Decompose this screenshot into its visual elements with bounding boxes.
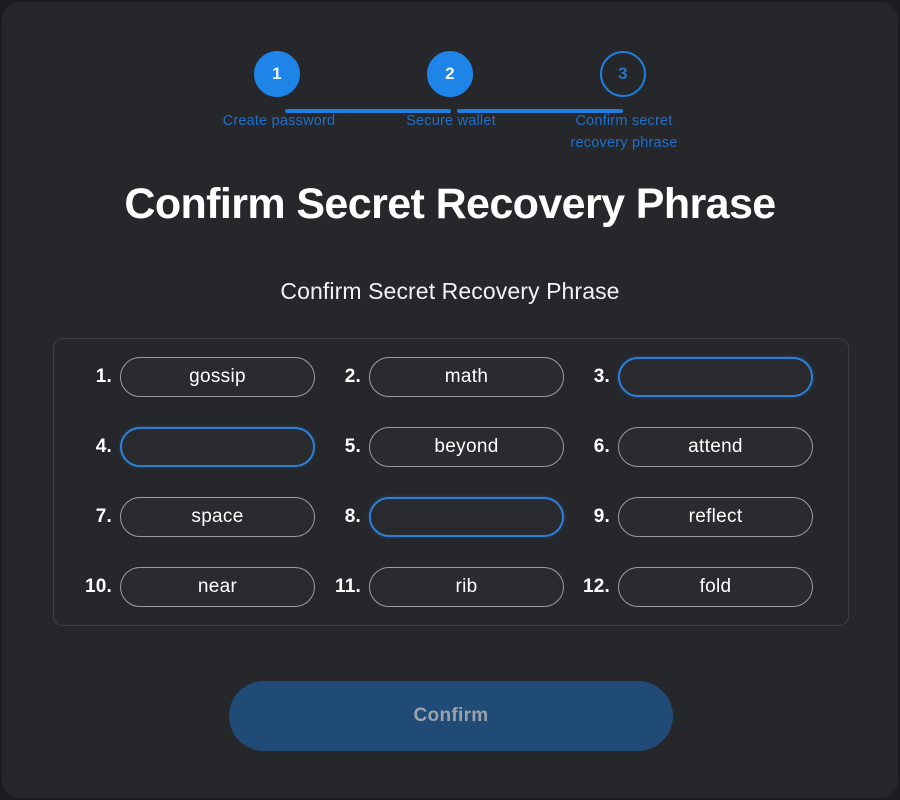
word-cell: 4. — [66, 427, 315, 467]
word-index-label: 8. — [344, 506, 361, 527]
word-input-filled[interactable]: math — [369, 357, 564, 397]
word-grid-row: 1. gossip 2. math 3. — [66, 357, 836, 397]
stepper-number-1: 1 — [272, 64, 282, 83]
stepper-circle-2[interactable]: 2 — [427, 51, 473, 97]
page-subtitle: Confirm Secret Recovery Phrase — [280, 278, 620, 304]
word-index-label: 12. — [582, 576, 610, 597]
recovery-phrase-grid: 1. gossip 2. math 3. 4. 5. beyond 6. attend 7. spac… — [53, 338, 849, 626]
word-input-filled[interactable]: near — [120, 567, 315, 607]
word-cell: 1. gossip — [66, 357, 315, 397]
stepper-label-line-1: Confirm secret — [575, 113, 673, 129]
word-cell: 2. math — [315, 357, 564, 397]
word-cell: 7. space — [66, 497, 315, 537]
word-cell: 11. rib — [315, 567, 564, 607]
word-grid-row: 10. near 11. rib 12. fold — [66, 567, 836, 607]
word-cell: 10. near — [66, 567, 315, 607]
word-cell: 6. attend — [564, 427, 813, 467]
confirm-button[interactable]: Confirm — [229, 681, 673, 751]
word-input-filled[interactable]: rib — [369, 567, 564, 607]
word-cell: 8. — [315, 497, 564, 537]
word-index-label: 3. — [593, 366, 610, 387]
stepper-circle-1[interactable]: 1 — [254, 51, 300, 97]
word-cell: 12. fold — [564, 567, 813, 607]
word-cell: 5. beyond — [315, 427, 564, 467]
stepper-label-create-password: Create password — [222, 113, 336, 129]
word-input-filled[interactable]: reflect — [618, 497, 813, 537]
word-input-filled[interactable]: beyond — [369, 427, 564, 467]
page-title: Confirm Secret Recovery Phrase — [124, 180, 776, 228]
word-index-label: 7. — [95, 506, 112, 527]
word-index-label: 11. — [335, 576, 361, 597]
word-index-label: 5. — [344, 436, 361, 457]
word-input-empty[interactable] — [618, 357, 813, 397]
word-index-label: 2. — [344, 366, 361, 387]
word-input-empty[interactable] — [369, 497, 564, 537]
word-input-empty[interactable] — [120, 427, 315, 467]
word-input-filled[interactable]: attend — [618, 427, 813, 467]
word-input-filled[interactable]: fold — [618, 567, 813, 607]
word-cell: 3. — [564, 357, 813, 397]
stepper-circle-3[interactable]: 3 — [600, 51, 646, 97]
onboarding-window: 1 2 3 Create password Secure wallet Conf… — [2, 2, 898, 798]
stepper-label-secure-wallet: Secure wallet — [406, 113, 496, 129]
word-index-label: 4. — [95, 436, 112, 457]
word-index-label: 6. — [593, 436, 610, 457]
stepper-label-line-2: recovery phrase — [570, 135, 678, 151]
word-grid-row: 4. 5. beyond 6. attend — [66, 427, 836, 467]
word-cell: 9. reflect — [564, 497, 813, 537]
word-index-label: 1. — [95, 366, 112, 387]
stepper-label-confirm-secret-recovery-phrase: Confirm secret recovery phrase — [529, 110, 719, 154]
word-input-filled[interactable]: gossip — [120, 357, 315, 397]
stepper-number-2: 2 — [445, 64, 455, 83]
progress-stepper: 1 2 3 Create password Secure wallet Conf… — [2, 42, 898, 162]
word-grid-row: 7. space 8. 9. reflect — [66, 497, 836, 537]
word-input-filled[interactable]: space — [120, 497, 315, 537]
stepper-number-3: 3 — [618, 64, 628, 83]
word-index-label: 10. — [84, 576, 112, 597]
word-index-label: 9. — [593, 506, 610, 527]
